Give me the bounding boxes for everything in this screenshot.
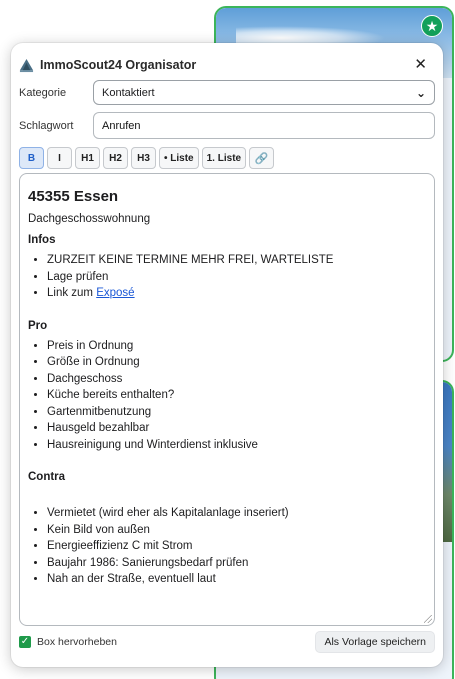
highlight-label: Box hervorheben bbox=[37, 636, 117, 648]
list-item: Baujahr 1986: Sanierungsbedarf prüfen bbox=[47, 555, 426, 572]
contra-title: Contra bbox=[28, 471, 66, 483]
keyword-label: Schlagwort bbox=[19, 120, 74, 132]
category-value: Kontaktiert bbox=[102, 86, 155, 99]
list-item: Link zum Exposé bbox=[47, 285, 426, 302]
category-label: Kategorie bbox=[19, 87, 67, 99]
format-toolbar: B I H1 H2 H3 • Liste 1. Liste 🔗 bbox=[19, 147, 275, 169]
italic-button[interactable]: I bbox=[47, 147, 72, 169]
bullet-list-button[interactable]: • Liste bbox=[159, 147, 199, 169]
list-item: Preis in Ordnung bbox=[47, 338, 426, 355]
category-select[interactable]: Kontaktiert ⌄ bbox=[93, 80, 435, 105]
list-item: Nah an der Straße, eventuell laut bbox=[47, 571, 426, 588]
list-item: Hausreinigung und Winterdienst inklusive bbox=[47, 437, 426, 454]
close-icon[interactable]: ✕ bbox=[414, 56, 427, 72]
link-prefix: Link zum bbox=[47, 287, 97, 299]
list-item: Größe in Ordnung bbox=[47, 354, 426, 371]
list-item: Energieeffizienz C mit Strom bbox=[47, 538, 426, 555]
list-item: Hausgeld bezahlbar bbox=[47, 420, 426, 437]
list-item: Küche bereits enthalten? bbox=[47, 387, 426, 404]
numbered-list-button[interactable]: 1. Liste bbox=[201, 147, 247, 169]
link-icon[interactable]: 🔗 bbox=[249, 147, 275, 169]
organizer-panel: ImmoScout24 Organisator ✕ Kategorie Kont… bbox=[11, 43, 443, 667]
chevron-down-icon: ⌄ bbox=[415, 85, 426, 100]
house-logo-icon bbox=[19, 58, 34, 72]
infos-title: Infos bbox=[28, 234, 56, 246]
empty-line bbox=[28, 489, 426, 505]
h1-button[interactable]: H1 bbox=[75, 147, 100, 169]
highlight-toggle[interactable]: ✓ Box hervorheben bbox=[19, 636, 117, 648]
h3-button[interactable]: H3 bbox=[131, 147, 156, 169]
h2-button[interactable]: H2 bbox=[103, 147, 128, 169]
note-subtitle: Dachgeschosswohnung bbox=[28, 213, 151, 225]
star-icon[interactable]: ★ bbox=[421, 15, 443, 37]
resize-handle[interactable] bbox=[424, 615, 432, 623]
contra-list: Vermietet (wird eher als Kapitalanlage i… bbox=[28, 505, 426, 588]
bold-button[interactable]: B bbox=[19, 147, 44, 169]
note-heading: 45355 Essen bbox=[28, 188, 119, 205]
list-item: Dachgeschoss bbox=[47, 371, 426, 388]
pro-title: Pro bbox=[28, 319, 48, 332]
list-item: Kein Bild von außen bbox=[47, 522, 426, 539]
pro-list: Preis in Ordnung Größe in Ordnung Dachge… bbox=[28, 338, 426, 454]
list-item: ZURZEIT KEINE TERMINE MEHR FREI, WARTELI… bbox=[47, 252, 426, 269]
list-item: Vermietet (wird eher als Kapitalanlage i… bbox=[47, 505, 426, 522]
infos-list: ZURZEIT KEINE TERMINE MEHR FREI, WARTELI… bbox=[28, 252, 426, 302]
save-template-button[interactable]: Als Vorlage speichern bbox=[315, 631, 435, 653]
checkbox-checked-icon[interactable]: ✓ bbox=[19, 636, 31, 648]
keyword-input[interactable]: Anrufen bbox=[93, 112, 435, 139]
note-editor[interactable]: 45355 Essen Dachgeschosswohnung Infos ZU… bbox=[19, 173, 435, 626]
list-item: Gartenmitbenutzung bbox=[47, 404, 426, 421]
panel-header: ImmoScout24 Organisator bbox=[19, 55, 196, 75]
app-title: ImmoScout24 Organisator bbox=[40, 58, 197, 72]
expose-link[interactable]: Exposé bbox=[96, 287, 134, 299]
list-item: Lage prüfen bbox=[47, 269, 426, 286]
